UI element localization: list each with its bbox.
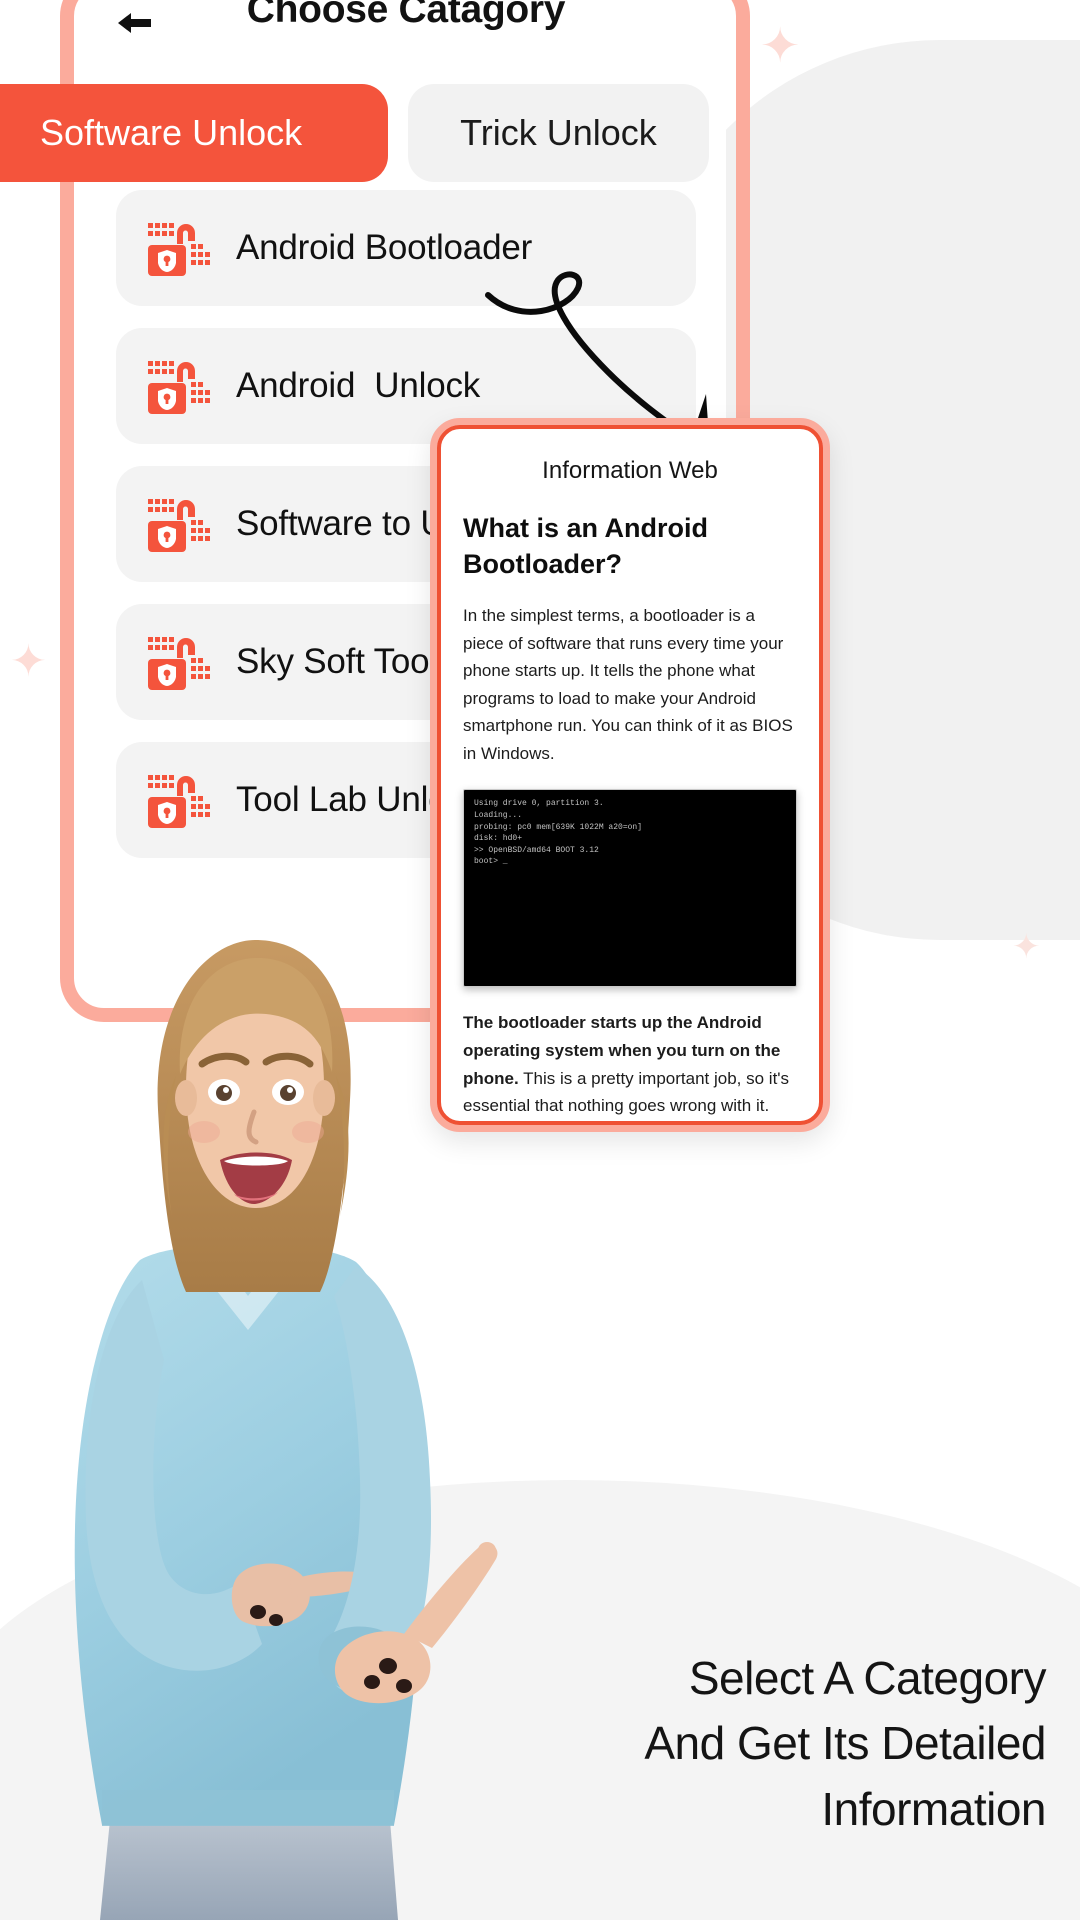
binary-padlock-icon: [146, 631, 212, 693]
category-tabs: Software Unlock Trick Unlock: [0, 84, 709, 182]
tagline-line-3: Information: [821, 1782, 1046, 1835]
information-web-card: Information Web What is an Android Bootl…: [430, 418, 830, 1132]
terminal-line: Loading...: [474, 811, 523, 821]
app-header: Choose Catagory: [86, 0, 726, 66]
tagline: Select A Category And Get Its Detailed I…: [426, 1646, 1046, 1842]
info-card-paragraph-2: The bootloader starts up the Android ope…: [461, 1009, 799, 1121]
category-item-android-bootloader[interactable]: Android Bootloader: [116, 190, 696, 306]
sparkle-icon: ✦: [10, 636, 47, 687]
tab-label: Software Unlock: [40, 112, 303, 153]
information-web-card-inner: Information Web What is an Android Bootl…: [437, 425, 823, 1125]
info-card-title: Information Web: [542, 457, 718, 484]
page-title: Choose Catagory: [246, 0, 566, 31]
tagline-line-1: Select A Category: [688, 1652, 1047, 1705]
tab-label: Trick Unlock: [460, 112, 657, 153]
terminal-line: Using drive 0, partition 3.: [474, 799, 604, 809]
category-item-label: Android Unlock: [236, 366, 481, 405]
tab-trick-unlock[interactable]: Trick Unlock: [408, 84, 709, 182]
binary-padlock-icon: [146, 355, 212, 417]
tab-software-unlock[interactable]: Software Unlock: [0, 84, 389, 182]
back-arrow-icon[interactable]: [112, 0, 158, 46]
terminal-screenshot: Using drive 0, partition 3. Loading... p…: [463, 789, 797, 988]
category-item-label: Android Bootloader: [236, 228, 533, 267]
terminal-line: boot> _: [474, 857, 508, 867]
terminal-line: probing: pc0 mem[639K 1022M a20=on]: [474, 822, 643, 832]
binary-padlock-icon: [146, 493, 212, 555]
info-card-paragraph: In the simplest terms, a bootloader is a…: [463, 606, 793, 763]
sparkle-icon: ✦: [1012, 927, 1041, 967]
binary-padlock-icon: [146, 769, 212, 831]
info-card-heading: What is an Android Bootloader?: [463, 513, 708, 579]
terminal-line: disk: hd0+: [474, 834, 523, 844]
tagline-line-2: And Get Its Detailed: [644, 1717, 1046, 1770]
binary-padlock-icon: [146, 217, 212, 279]
sparkle-icon: ✦: [760, 18, 801, 74]
terminal-line: >> OpenBSD/amd64 BOOT 3.12: [474, 845, 599, 855]
